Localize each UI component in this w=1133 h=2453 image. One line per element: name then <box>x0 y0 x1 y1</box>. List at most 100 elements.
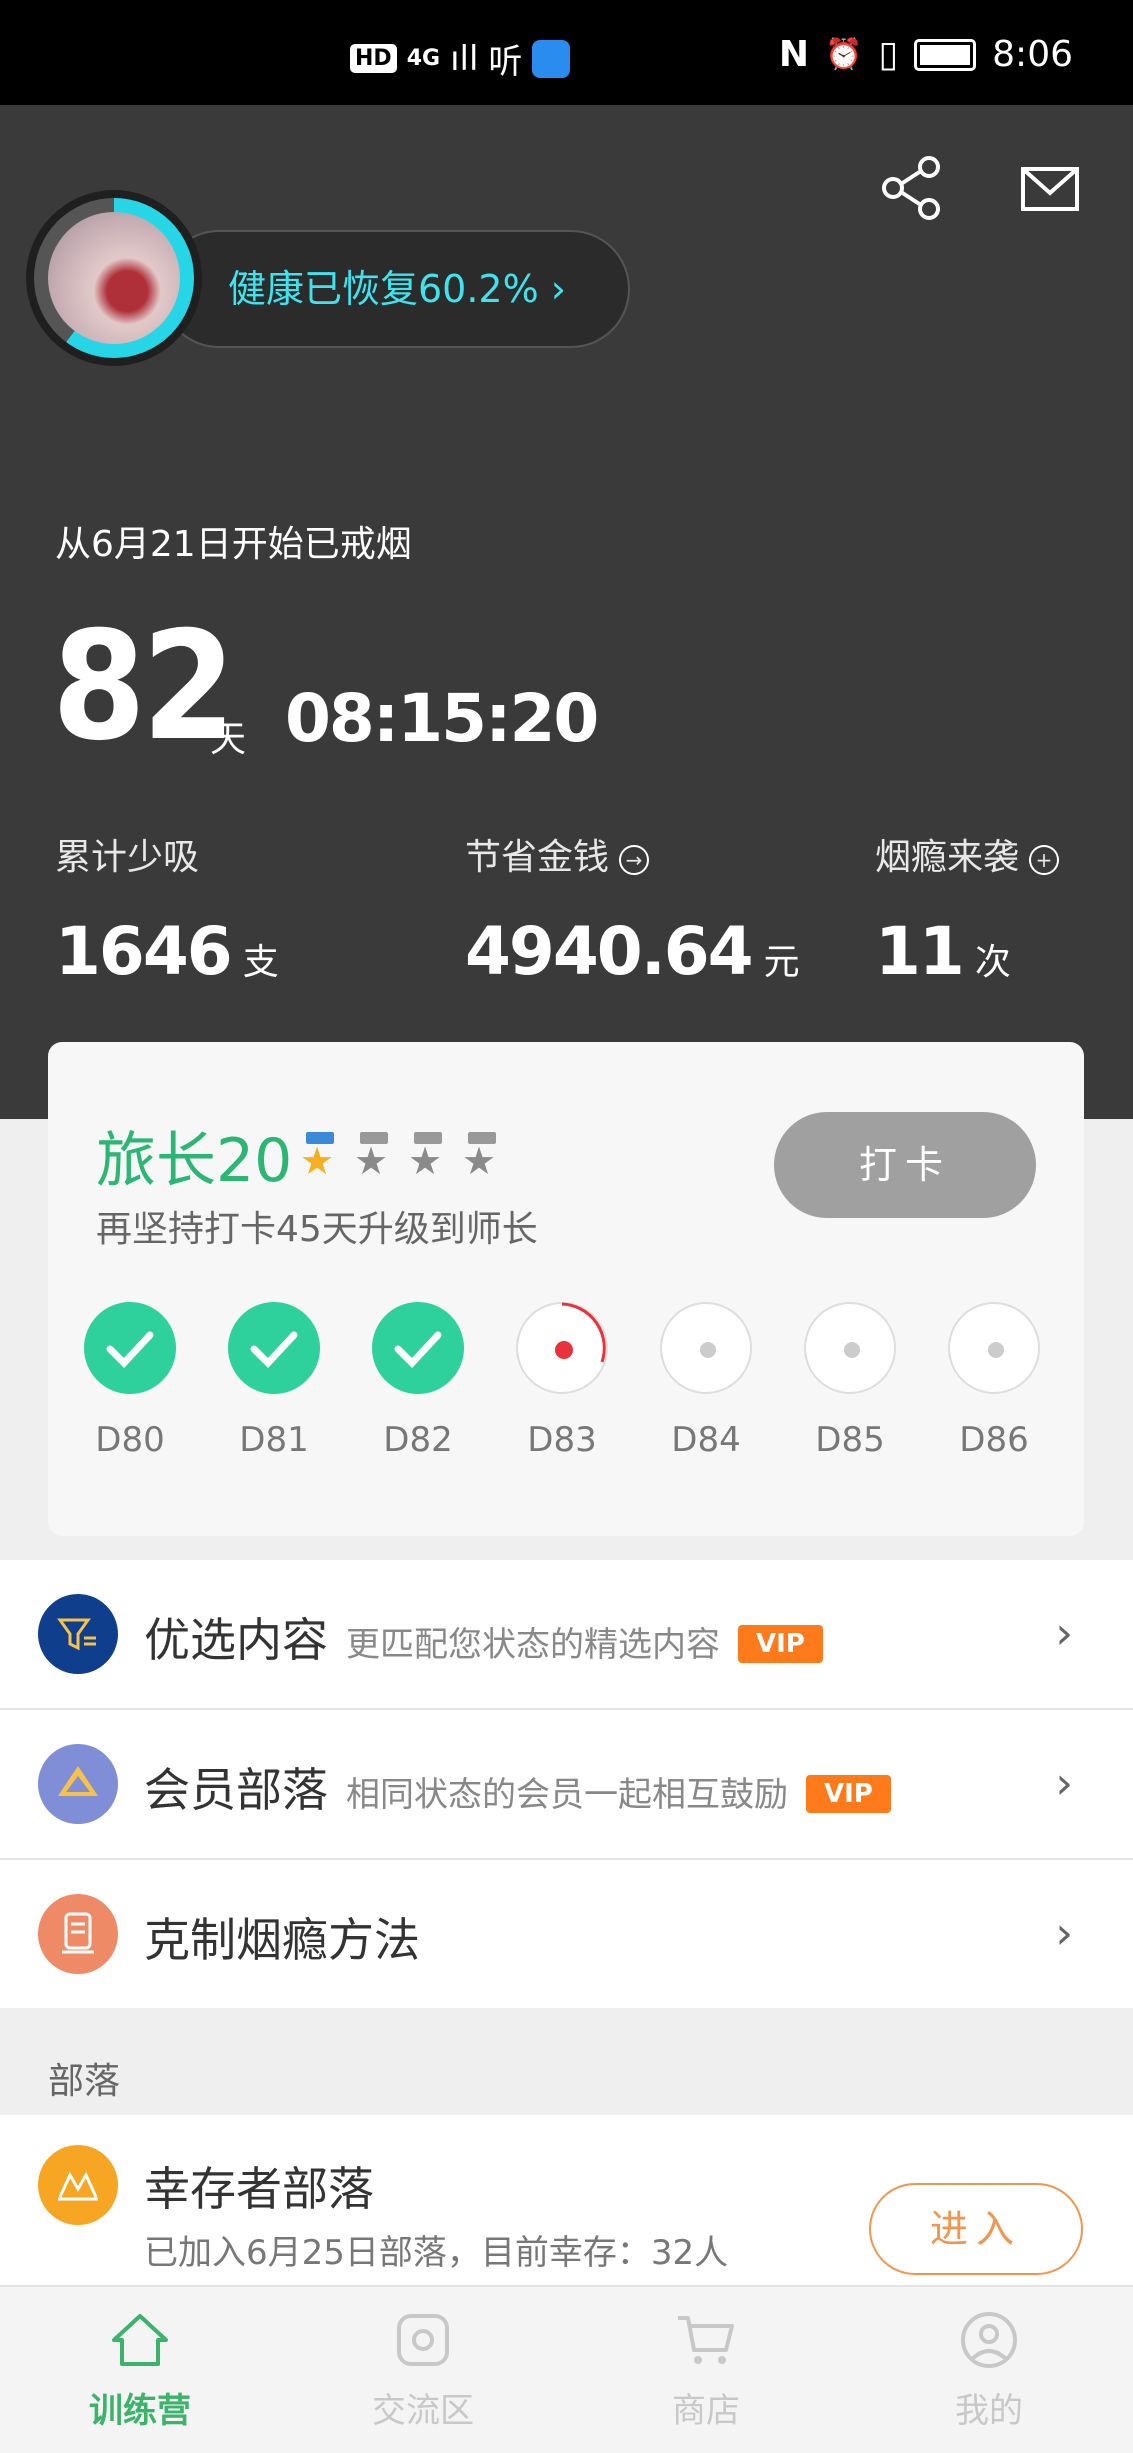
signal-icon: ıll <box>450 38 479 79</box>
menu-title: 会员部落 <box>144 1763 328 1817</box>
chevron-right-icon: › <box>1055 1758 1073 1809</box>
weather-icon <box>532 39 571 78</box>
days-count: 82 <box>52 600 236 774</box>
stat-value: 4940.64 <box>465 913 754 990</box>
health-text: 健康已恢复60.2% › <box>228 267 566 311</box>
menu-title: 优选内容 <box>144 1613 328 1667</box>
home-icon <box>112 2314 168 2366</box>
health-progress-pill[interactable]: 健康已恢复60.2% › <box>160 230 630 348</box>
day-d84[interactable]: D84 <box>656 1302 756 1460</box>
stat-label: 累计少吸 <box>55 837 200 878</box>
avatar[interactable] <box>26 190 202 366</box>
vibrate-icon: ▯ <box>878 34 899 75</box>
share-icon <box>882 156 940 220</box>
tab-label: 训练营 <box>89 2391 191 2431</box>
tab-community[interactable]: 交流区 <box>323 2305 523 2432</box>
current-day-icon <box>516 1302 608 1394</box>
star-empty-icon: ★ <box>408 1132 448 1180</box>
rank-stars: ★ ★ ★ ★ <box>300 1132 502 1180</box>
tab-profile[interactable]: 我的 <box>889 2305 1089 2432</box>
day-d81[interactable]: D81 <box>224 1302 324 1460</box>
stat-value: 11 <box>875 913 965 990</box>
chevron-right-icon: › <box>1055 1908 1073 1959</box>
check-icon <box>84 1302 176 1394</box>
nfc-icon: N <box>778 34 809 75</box>
day-d82[interactable]: D82 <box>368 1302 468 1460</box>
battery-icon <box>914 38 977 71</box>
tribe-subtitle: 已加入6月25日部落，目前幸存：32人 <box>144 2233 729 2273</box>
stat-label: 节省金钱 <box>465 837 610 878</box>
stat-unit: 次 <box>974 942 1011 983</box>
day-label: D81 <box>239 1420 309 1460</box>
filter-icon <box>38 1594 118 1674</box>
day-d80[interactable]: D80 <box>80 1302 180 1460</box>
menu-item-member-tribe[interactable]: 会员部落 相同状态的会员一起相互鼓励 VIP › <box>0 1710 1133 1860</box>
arrow-circle-icon[interactable]: → <box>619 845 650 875</box>
menu-desc: 相同状态的会员一起相互鼓励 <box>346 1775 788 1815</box>
tab-training-camp[interactable]: 训练营 <box>40 2305 240 2432</box>
stat-cravings[interactable]: 烟瘾来袭 + 11 次 <box>875 828 1060 990</box>
rank-title: 旅长20 <box>96 1126 293 1196</box>
status-left: HD 4G ıll 听 <box>350 34 571 83</box>
day-label: D86 <box>959 1420 1029 1460</box>
rank-subtitle: 再坚持打卡45天升级到师长 <box>96 1209 538 1250</box>
alarm-icon: ⏰ <box>824 37 863 72</box>
checkin-button[interactable]: 打卡 <box>774 1112 1036 1218</box>
survivor-tribe-icon <box>38 2145 118 2225</box>
stat-label: 烟瘾来袭 <box>875 837 1020 878</box>
star-empty-icon: ★ <box>462 1132 502 1180</box>
bottom-tab-bar: 训练营 交流区 商店 我的 <box>0 2285 1133 2453</box>
profile-icon <box>961 2312 1017 2368</box>
method-icon <box>38 1894 118 1974</box>
tribe-icon <box>38 1744 118 1824</box>
tab-shop[interactable]: 商店 <box>606 2305 806 2432</box>
check-icon <box>372 1302 464 1394</box>
dot-icon <box>660 1302 752 1394</box>
share-button[interactable] <box>877 153 947 223</box>
day-label: D84 <box>671 1420 741 1460</box>
day-label: D85 <box>815 1420 885 1460</box>
section-label-tribe: 部落 <box>48 2061 121 2102</box>
day-label: D80 <box>95 1420 165 1460</box>
status-right: N ⏰ ▯ 8:06 <box>779 34 1073 75</box>
day-d83[interactable]: D83 <box>512 1302 612 1460</box>
message-button[interactable] <box>1015 155 1085 225</box>
dot-icon <box>948 1302 1040 1394</box>
status-time: 8:06 <box>992 34 1073 75</box>
day-label: D82 <box>383 1420 453 1460</box>
check-icon <box>228 1302 320 1394</box>
day-d86[interactable]: D86 <box>944 1302 1044 1460</box>
feature-menu: 优选内容 更匹配您状态的精选内容 VIP › 会员部落 相同状态的会员一起相互鼓励 VI… <box>0 1560 1133 2008</box>
network-indicator: 4G <box>406 46 441 71</box>
days-unit: 天 <box>210 719 247 760</box>
tab-label: 交流区 <box>372 2391 474 2431</box>
stat-cigarettes: 累计少吸 1646 支 <box>55 828 279 990</box>
tribe-card[interactable]: 幸存者部落 已加入6月25日部落，目前幸存：32人 进入 <box>0 2115 1133 2285</box>
add-circle-icon[interactable]: + <box>1029 845 1060 875</box>
enter-tribe-button[interactable]: 进入 <box>869 2183 1083 2275</box>
hd-badge: HD <box>350 44 397 73</box>
vip-badge: VIP <box>806 1775 891 1813</box>
menu-item-curated-content[interactable]: 优选内容 更匹配您状态的精选内容 VIP › <box>0 1560 1133 1710</box>
stat-money[interactable]: 节省金钱 → 4940.64 元 <box>465 828 800 990</box>
quit-since-text: 从6月21日开始已戒烟 <box>55 524 412 565</box>
day-d85[interactable]: D85 <box>800 1302 900 1460</box>
star-filled-icon: ★ <box>300 1132 340 1180</box>
app-label: 听 <box>488 42 523 82</box>
vip-badge: VIP <box>738 1625 823 1663</box>
day-label: D83 <box>527 1420 597 1460</box>
cart-icon <box>678 2316 734 2364</box>
chevron-right-icon: › <box>1055 1608 1073 1659</box>
stat-unit: 元 <box>763 942 800 983</box>
star-empty-icon: ★ <box>354 1132 394 1180</box>
elapsed-clock: 08:15:20 <box>285 680 599 757</box>
tab-label: 我的 <box>955 2391 1023 2431</box>
tab-label: 商店 <box>672 2391 740 2431</box>
dot-icon <box>804 1302 896 1394</box>
avatar-image <box>48 212 180 344</box>
menu-item-craving-methods[interactable]: 克制烟瘾方法 › <box>0 1860 1133 2008</box>
chat-icon <box>397 2314 449 2366</box>
tribe-title: 幸存者部落 <box>144 2162 374 2216</box>
stat-value: 1646 <box>55 913 233 990</box>
menu-desc: 更匹配您状态的精选内容 <box>346 1625 720 1665</box>
